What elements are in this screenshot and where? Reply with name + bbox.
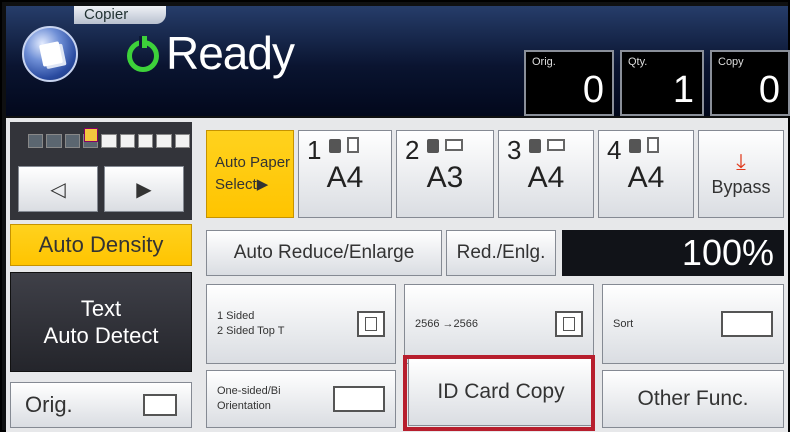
status-message: Ready — [166, 27, 295, 79]
auto-paper-select-button[interactable]: Auto Paper Select▶ — [206, 130, 294, 218]
density-panel: ◁ ▶ — [10, 122, 192, 220]
tray-2-size: A3 — [426, 161, 464, 194]
ready-status-icon — [127, 36, 159, 72]
paper-orientation-icon — [347, 137, 359, 153]
orig-counter-label: Orig. — [532, 56, 556, 68]
copier-app-icon[interactable] — [22, 26, 78, 82]
tray-4-button[interactable]: 4 A4 — [598, 130, 694, 218]
red-enlg-button[interactable]: Red./Enlg. — [446, 230, 556, 276]
page-layout-button[interactable]: 2566 →2566 — [404, 284, 594, 364]
paper-orientation-icon — [647, 137, 659, 153]
auto-density-button[interactable]: Auto Density — [10, 224, 192, 266]
paper-orientation-icon — [445, 139, 463, 151]
header: Copier Ready Orig. 0 Qty. 1 Copy 0 — [6, 6, 790, 116]
tray-icon — [329, 139, 341, 153]
orig-counter-value: 0 — [582, 69, 604, 111]
density-darker-button[interactable]: ▶ — [104, 166, 184, 212]
copy-counter-value: 0 — [758, 69, 780, 111]
tray-icon — [629, 139, 641, 153]
orig-counter: Orig. 0 — [524, 50, 614, 116]
other-func-button[interactable]: Other Func. — [602, 370, 784, 428]
sort-label: Sort — [613, 317, 634, 330]
tray-2-button[interactable]: 2 A3 — [396, 130, 494, 218]
app-tab[interactable]: Copier — [74, 6, 166, 24]
tray-3-button[interactable]: 3 A4 — [498, 130, 594, 218]
orientation-line2: Orientation — [217, 400, 271, 412]
density-marker-icon — [84, 128, 98, 142]
original-type-button[interactable]: Text Auto Detect — [10, 272, 192, 372]
qty-counter: Qty. 1 — [620, 50, 704, 116]
sort-button[interactable]: Sort — [602, 284, 784, 364]
duplex-button[interactable]: 1 Sided 2 Sided Top T — [206, 284, 396, 364]
duplex-line1: 1 Sided — [217, 310, 255, 322]
original-type-line2: Auto Detect — [43, 323, 159, 348]
orientation-line1: One-sided/Bi — [217, 385, 281, 397]
tray-4-size: A4 — [627, 161, 665, 194]
tray-icon — [529, 139, 541, 153]
qty-counter-label: Qty. — [628, 56, 648, 68]
auto-reduce-enlarge-button[interactable]: Auto Reduce/Enlarge — [206, 230, 442, 276]
orig-label: Orig. — [25, 392, 73, 417]
copy-counter: Copy 0 — [710, 50, 790, 116]
copier-screen: Copier Ready Orig. 0 Qty. 1 Copy 0 ◁ ▶ A… — [0, 0, 790, 432]
density-lighter-button[interactable]: ◁ — [18, 166, 98, 212]
sort-icon — [721, 311, 773, 337]
orig-settings-icon — [143, 394, 177, 416]
bypass-button[interactable]: ⤓ Bypass — [698, 130, 784, 218]
density-level-bar — [28, 128, 190, 148]
orientation-icon — [333, 386, 385, 412]
tray-1-size: A4 — [326, 161, 364, 194]
duplex-icon — [357, 311, 385, 337]
duplex-line2: 2 Sided Top T — [217, 325, 285, 337]
paper-orientation-icon — [547, 139, 565, 151]
bypass-label: Bypass — [711, 176, 771, 197]
orientation-labels: One-sided/Bi Orientation — [217, 384, 281, 414]
bypass-tray-icon: ⤓ — [736, 148, 746, 174]
auto-paper-line1: Auto Paper — [215, 154, 291, 171]
tray-icon — [427, 139, 439, 153]
copy-counter-label: Copy — [718, 56, 744, 68]
tray-1-button[interactable]: 1 A4 — [298, 130, 392, 218]
orig-button[interactable]: Orig. — [10, 382, 192, 428]
ratio-display: 100% — [562, 230, 784, 276]
main-panel: ◁ ▶ Auto Density Text Auto Detect Orig. … — [6, 118, 788, 432]
auto-paper-line2: Select▶ — [215, 176, 269, 193]
page-layout-icon — [555, 311, 583, 337]
duplex-labels: 1 Sided 2 Sided Top T — [217, 309, 284, 339]
page-layout-label: 2566 →2566 — [415, 317, 478, 330]
original-type-line1: Text — [80, 296, 122, 321]
id-card-copy-highlight — [403, 355, 595, 431]
qty-counter-value: 1 — [672, 69, 694, 111]
orientation-button[interactable]: One-sided/Bi Orientation — [206, 370, 396, 428]
tray-3-size: A4 — [527, 161, 565, 194]
